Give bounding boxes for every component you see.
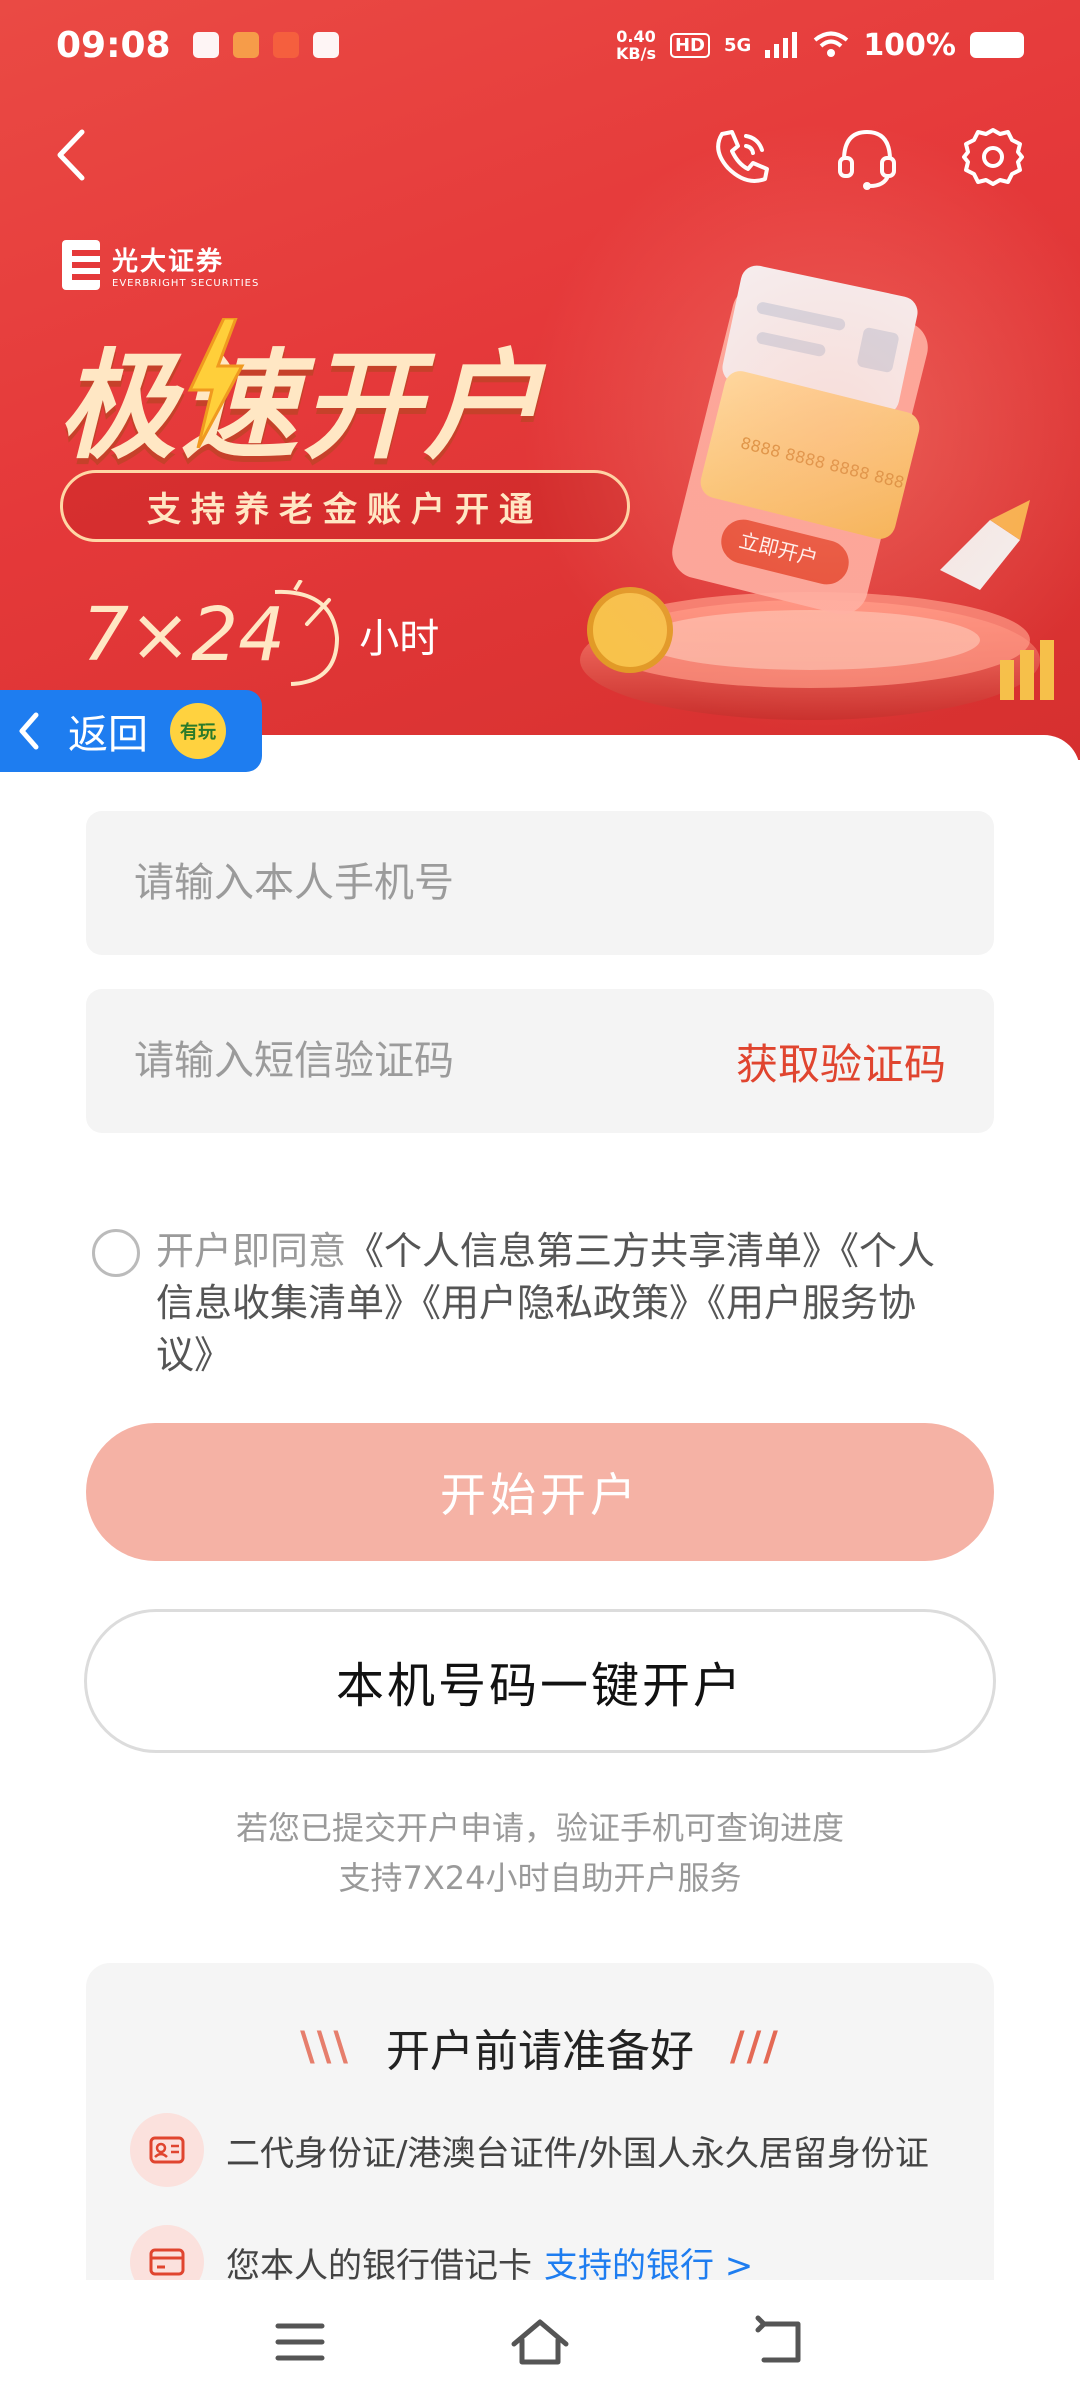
app-notification-icon (272, 32, 299, 58)
home-button[interactable] (510, 2314, 570, 2370)
clipboard-icon (192, 32, 219, 58)
prep-title-row: \\\ 开户前请准备好 /// (86, 2015, 994, 2079)
phone-button[interactable] (706, 122, 776, 192)
hint-line-2: 支持7X24小时自助开户服务 (338, 1859, 742, 1897)
customer-service-button[interactable] (832, 122, 902, 192)
app-avatar: 有玩 (170, 703, 226, 759)
system-nav-bar (0, 2280, 1080, 2404)
phone-input[interactable] (134, 860, 946, 906)
floating-back-label: 返回 (68, 712, 148, 758)
preparation-panel: \\\ 开户前请准备好 /// 二代身份证/港澳台证件/外国人永久居留身份证 您… (86, 1963, 994, 2293)
hours-unit: 小时 (359, 616, 440, 662)
battery-icon (970, 32, 1024, 58)
agreement-checkbox[interactable] (92, 1229, 140, 1277)
chevron-left-icon (19, 712, 39, 750)
one-click-open-button[interactable]: 本机号码一键开户 (84, 1609, 996, 1753)
header-banner: 09:08 0.40 KB/s HD 5G 100% 光大证券 EVERBRIG… (0, 0, 1080, 760)
hint-line-1: 若您已提交开户申请，验证手机可查询进度 (235, 1809, 844, 1847)
service-hours: 7×24 小时 (82, 580, 439, 690)
brand-name: 光大证券 (112, 247, 225, 277)
agreement-text: 开户即同意《个人信息第三方共享清单》《个人信息收集清单》《用户隐私政策》《用户服… (156, 1225, 972, 1381)
brand-name-en: EVERBRIGHT SECURITIES (112, 278, 260, 289)
agreement-prefix: 开户即同意 (156, 1229, 347, 1273)
settings-button[interactable] (958, 122, 1028, 192)
id-card-icon (130, 2113, 204, 2187)
headline: 极速开户 (58, 337, 547, 475)
account-form-card: 获取验证码 开户即同意《个人信息第三方共享清单》《个人信息收集清单》《用户隐私政… (0, 735, 1080, 2293)
menu-icon (275, 2323, 325, 2361)
prep-title: 开户前请准备好 (386, 2026, 694, 2077)
prep-item-text: 二代身份证/港澳台证件/外国人永久居留身份证 (226, 2133, 929, 2174)
sms-code-input[interactable] (134, 1038, 736, 1084)
pension-account-tag: 支持养老金账户开通 (60, 470, 630, 542)
chevron-left-icon (57, 129, 85, 181)
decorative-slashes-icon: \\\ (300, 2024, 350, 2070)
status-bar: 09:08 0.40 KB/s HD 5G 100% (0, 0, 1080, 90)
signal-label: 5G (724, 34, 752, 56)
menu-button[interactable] (270, 2314, 330, 2370)
floating-back-button[interactable]: 返回 有玩 (0, 690, 262, 772)
start-account-button[interactable]: 开始开户 (86, 1423, 994, 1561)
home-icon (511, 2319, 569, 2365)
gear-icon (962, 128, 1024, 186)
app-notification-icon (232, 32, 259, 58)
notification-icons (192, 32, 339, 58)
headset-icon (838, 129, 896, 190)
get-code-button[interactable]: 获取验证码 (736, 1031, 946, 1092)
app-notification-icon (312, 32, 339, 58)
brand-logo: 光大证券 EVERBRIGHT SECURITIES (62, 240, 259, 290)
back-arrow-icon (755, 2315, 801, 2363)
net-speed: 0.40 KB/s (616, 27, 656, 63)
battery-percent: 100% (863, 27, 956, 63)
signal-bars-icon (765, 32, 798, 58)
account-opening-illustration: 8888 8888 8888 888 立即开户 (580, 265, 1054, 720)
phone-icon (716, 130, 769, 183)
sms-code-field[interactable]: 获取验证码 (86, 989, 994, 1133)
decorative-slashes-icon: /// (730, 2024, 780, 2070)
wifi-icon (814, 31, 849, 57)
clock-icon (275, 580, 340, 686)
hd-badge: HD (669, 32, 710, 58)
lightning-icon (187, 318, 245, 448)
everbright-logo-icon (62, 240, 100, 290)
progress-hint: 若您已提交开户申请，验证手机可查询进度 支持7X24小时自助开户服务 (0, 1803, 1080, 1903)
agreement-row: 开户即同意《个人信息第三方共享清单》《个人信息收集清单》《用户隐私政策》《用户服… (92, 1225, 972, 1381)
back-button[interactable] (44, 120, 104, 190)
status-time: 09:08 (56, 24, 171, 66)
back-nav-button[interactable] (750, 2314, 810, 2370)
phone-field[interactable] (86, 811, 994, 955)
open-now-label: 立即开户 (737, 528, 820, 571)
prep-item-id-card: 二代身份证/港澳台证件/外国人永久居留身份证 (130, 2113, 929, 2187)
top-nav (0, 120, 1080, 190)
card-number: 8888 8888 8888 888 (739, 433, 907, 492)
